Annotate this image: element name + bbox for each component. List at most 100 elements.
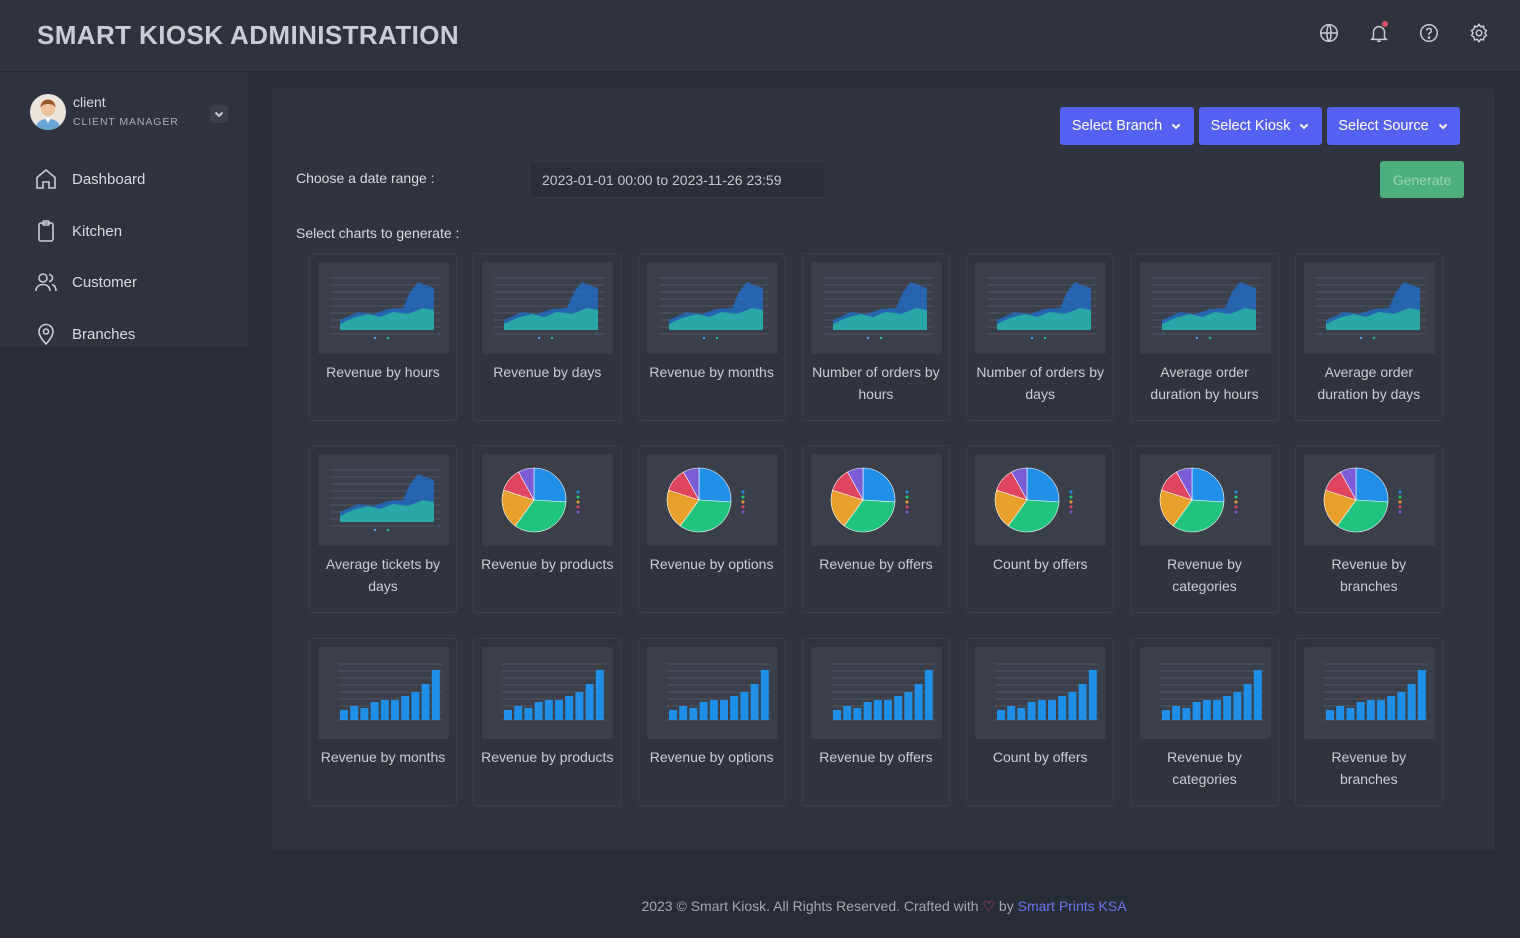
chart-card[interactable]: Revenue by days	[473, 253, 622, 421]
chart-card[interactable]: Average order duration by days	[1294, 253, 1443, 421]
chart-card-label: Revenue by options	[649, 556, 774, 572]
sidebar-item-label: Customer	[72, 273, 138, 291]
bell-icon[interactable]	[1368, 21, 1390, 44]
chart-card-label: Number of orders by days	[976, 364, 1104, 402]
chart-card[interactable]: Revenue by categories	[1130, 445, 1279, 613]
chart-card[interactable]: Count by offers	[966, 638, 1115, 806]
user-menu-toggle[interactable]	[210, 105, 228, 123]
chart-card-label: Revenue by offers	[819, 556, 933, 572]
chevron-down-icon	[214, 111, 224, 118]
footer-brand-link[interactable]: Smart Prints KSA	[1018, 898, 1127, 914]
chart-card[interactable]: Number of orders by hours	[801, 253, 950, 421]
globe-icon[interactable]	[1318, 22, 1340, 44]
sidebar-item-kitchen[interactable]: Kitchen	[34, 218, 122, 244]
chart-card[interactable]: Revenue by options	[637, 445, 786, 613]
chart-card[interactable]: Revenue by months	[309, 638, 457, 806]
gear-icon[interactable]	[1468, 22, 1490, 44]
select-source-dropdown[interactable]: Select Source	[1327, 107, 1460, 145]
chart-card-label: Revenue by months	[649, 364, 774, 380]
bar-chart-thumbnail	[1139, 647, 1271, 739]
chart-card[interactable]: Revenue by products	[473, 638, 622, 806]
bar-chart-thumbnail	[482, 647, 614, 739]
chart-card-label: Revenue by products	[481, 556, 614, 572]
chart-card-label: Revenue by offers	[819, 749, 933, 765]
footer-by: by	[998, 898, 1014, 914]
bar-chart-thumbnail	[1303, 647, 1435, 739]
chart-card[interactable]: Number of orders by days	[966, 253, 1115, 421]
user-name: client	[73, 94, 106, 110]
chart-card-label: Count by offers	[992, 556, 1088, 572]
chart-card[interactable]: Average order duration by hours	[1130, 253, 1279, 421]
chart-card[interactable]: Count by offers	[966, 445, 1115, 613]
chart-card-label: Revenue by branches	[1331, 749, 1407, 787]
pie-chart-thumbnail	[482, 454, 614, 546]
chart-card[interactable]: Revenue by branches	[1294, 445, 1443, 613]
avatar	[30, 94, 66, 130]
pie-chart-thumbnail	[810, 454, 942, 546]
map-pin-icon	[38, 323, 54, 346]
bar-chart-thumbnail	[646, 647, 778, 739]
pie-chart-thumbnail	[975, 454, 1107, 546]
date-range-input[interactable]: 2023-01-01 00:00 to 2023-11-26 23:59	[529, 161, 826, 198]
area-chart-thumbnail	[482, 262, 614, 354]
sidebar-item-branches[interactable]: Branches	[34, 321, 135, 347]
pie-chart-thumbnail	[1303, 454, 1435, 546]
chevron-down-icon	[1438, 123, 1447, 130]
chart-card-label: Revenue by months	[320, 749, 446, 765]
area-chart-thumbnail	[318, 454, 449, 546]
users-icon	[35, 273, 57, 292]
sidebar-item-dashboard[interactable]: Dashboard	[34, 166, 145, 192]
chart-card[interactable]: Revenue by offers	[801, 445, 950, 613]
chart-card-label: Count by offers	[992, 749, 1088, 765]
bar-chart-thumbnail	[975, 647, 1107, 739]
home-icon	[36, 168, 56, 189]
sidebar: client CLIENT MANAGER Dashboard Kitchen …	[0, 72, 248, 347]
area-chart-thumbnail	[810, 262, 942, 354]
user-profile[interactable]: client CLIENT MANAGER	[30, 94, 230, 134]
select-kiosk-dropdown[interactable]: Select Kiosk	[1199, 107, 1322, 145]
area-chart-thumbnail	[1139, 262, 1271, 354]
sidebar-item-label: Kitchen	[72, 222, 123, 240]
chart-card[interactable]: Revenue by products	[473, 445, 622, 613]
user-role: CLIENT MANAGER	[73, 116, 179, 128]
chevron-down-icon	[1171, 123, 1181, 130]
chart-card-label: Number of orders by hours	[812, 364, 940, 402]
area-chart-thumbnail	[646, 262, 778, 354]
chart-card-label: Revenue by branches	[1331, 556, 1407, 594]
app-title: SMART KIOSK ADMINISTRATION	[37, 20, 460, 50]
chevron-down-icon	[1300, 123, 1309, 130]
chart-card-label: Average tickets by days	[325, 556, 441, 594]
report-panel: Select Branch Select Kiosk Select Source…	[272, 88, 1495, 850]
select-kiosk-label: Select Kiosk	[1210, 118, 1291, 134]
date-range-label: Choose a date range :	[296, 170, 435, 186]
clipboard-icon	[38, 220, 54, 242]
pie-chart-thumbnail	[646, 454, 778, 546]
area-chart-thumbnail	[975, 262, 1107, 354]
chart-card[interactable]: Revenue by branches	[1294, 638, 1443, 806]
select-branch-dropdown[interactable]: Select Branch	[1060, 107, 1194, 145]
chart-card[interactable]: Average tickets by days	[309, 445, 457, 613]
chart-card[interactable]: Revenue by categories	[1130, 638, 1279, 806]
select-branch-label: Select Branch	[1071, 118, 1163, 134]
select-charts-label: Select charts to generate :	[296, 225, 460, 241]
chart-card-label: Revenue by categories	[1167, 749, 1242, 787]
chart-card[interactable]: Revenue by months	[637, 253, 786, 421]
notification-dot	[1382, 21, 1388, 27]
pie-chart-thumbnail	[1139, 454, 1271, 546]
bar-chart-thumbnail	[810, 647, 942, 739]
chart-card-label: Average order duration by days	[1317, 364, 1421, 402]
chart-card[interactable]: Revenue by offers	[801, 638, 950, 806]
sidebar-item-customer[interactable]: Customer	[34, 269, 137, 295]
chart-card-label: Revenue by options	[649, 749, 774, 765]
chart-card[interactable]: Revenue by hours	[309, 253, 457, 421]
help-icon[interactable]	[1418, 22, 1440, 44]
top-bar: SMART KIOSK ADMINISTRATION	[0, 0, 1520, 72]
area-chart-thumbnail	[318, 262, 449, 354]
chart-card[interactable]: Revenue by options	[637, 638, 786, 806]
chart-card-label: Revenue by hours	[326, 364, 440, 380]
chart-card-label: Revenue by categories	[1167, 556, 1242, 594]
heart-icon: ♡	[982, 898, 996, 914]
sidebar-item-label: Dashboard	[72, 170, 146, 188]
generate-button[interactable]: Generate	[1380, 161, 1464, 198]
select-source-label: Select Source	[1338, 118, 1429, 134]
